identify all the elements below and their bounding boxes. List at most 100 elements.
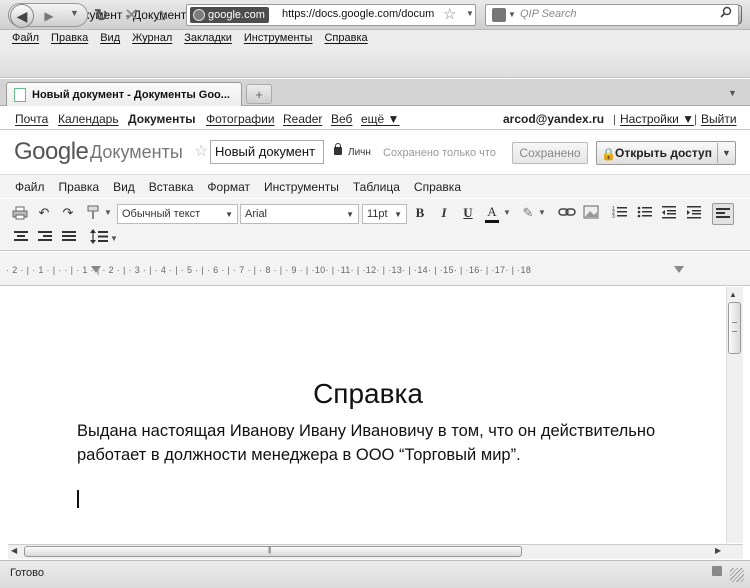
menu-bookmarks[interactable]: Закладки: [178, 30, 238, 48]
logout-link[interactable]: Выйти: [701, 112, 737, 126]
divider: [717, 143, 718, 163]
star-icon[interactable]: ☆: [194, 141, 208, 161]
docs-menu-tools[interactable]: Инструменты: [257, 175, 346, 198]
font-select[interactable]: Arial ▼: [240, 204, 359, 224]
redo-icon[interactable]: ↷: [58, 203, 78, 223]
docs-menu-edit[interactable]: Правка: [52, 175, 107, 198]
docs-menu-file[interactable]: Файл: [8, 175, 52, 198]
grip-icon: [732, 322, 737, 332]
highlight-icon[interactable]: ✎: [518, 203, 538, 223]
magnifier-icon[interactable]: [720, 6, 732, 18]
back-arrow-icon[interactable]: ◀: [10, 4, 34, 28]
google-logo[interactable]: Google: [14, 138, 89, 166]
url-text[interactable]: https://docs.google.com/docum: [282, 8, 440, 20]
underline-button[interactable]: U: [458, 203, 478, 223]
docs-logo-text[interactable]: Документы: [90, 142, 183, 163]
google-link-calendar[interactable]: Календарь: [58, 112, 119, 126]
tab-label[interactable]: Новый документ - Документы Goo...: [32, 89, 230, 101]
scroll-right-icon[interactable]: ▶: [715, 546, 721, 555]
print-icon[interactable]: [12, 206, 28, 220]
paint-format-icon[interactable]: [86, 205, 102, 220]
tab-list-icon[interactable]: ▼: [728, 88, 737, 98]
docs-menu-insert[interactable]: Вставка: [142, 175, 201, 198]
text-color-swatch: [485, 220, 499, 223]
separator: |: [694, 112, 698, 126]
security-lock-icon[interactable]: [712, 566, 722, 576]
menu-file[interactable]: Файл: [0, 30, 45, 48]
undo-icon[interactable]: ↶: [34, 203, 54, 223]
privacy-label[interactable]: Личн: [348, 147, 371, 158]
chevron-down-icon: ▼: [225, 210, 233, 219]
google-link-more[interactable]: ещё ▼: [361, 112, 399, 126]
docs-menu-format[interactable]: Формат: [200, 175, 257, 198]
google-link-docs[interactable]: Документы: [128, 112, 195, 126]
italic-button[interactable]: I: [434, 203, 454, 223]
line-spacing-icon[interactable]: [90, 229, 108, 244]
left-indent-marker[interactable]: [91, 266, 101, 273]
url-dropdown-icon[interactable]: ▼: [466, 9, 474, 18]
chevron-down-icon[interactable]: ▼: [503, 208, 511, 217]
menu-edit[interactable]: Правка: [45, 30, 94, 48]
document-title-field[interactable]: Новый документ: [210, 140, 324, 164]
resize-grip-icon[interactable]: [730, 568, 744, 582]
increase-indent-icon[interactable]: [686, 205, 702, 219]
status-bar: [0, 560, 750, 588]
menu-history[interactable]: Журнал: [126, 30, 178, 48]
google-link-reader[interactable]: Reader: [283, 112, 322, 126]
navigation-toolbar: [0, 48, 750, 78]
chevron-down-icon[interactable]: ▼: [722, 148, 731, 158]
font-size-select[interactable]: 11pt ▼: [362, 204, 407, 224]
docs-menu-view[interactable]: Вид: [106, 175, 142, 198]
numbered-list-icon[interactable]: 123: [612, 205, 628, 219]
align-right-icon[interactable]: [38, 230, 52, 243]
menu-tools[interactable]: Инструменты: [238, 30, 319, 48]
document-paragraph[interactable]: Выдана настоящая Иванову Ивану Ивановичу…: [77, 419, 667, 467]
reload-icon[interactable]: ↻: [94, 6, 108, 26]
home-icon[interactable]: ⌂: [156, 5, 166, 25]
align-left-icon: [716, 208, 730, 218]
document-heading[interactable]: Справка: [0, 378, 736, 410]
search-engine-dropdown-icon[interactable]: ▼: [508, 10, 516, 19]
separator: |: [613, 112, 617, 126]
bold-button[interactable]: B: [410, 203, 430, 223]
google-link-photos[interactable]: Фотографии: [206, 112, 275, 126]
align-center-icon[interactable]: [14, 230, 28, 243]
search-placeholder[interactable]: QIP Search: [520, 8, 576, 20]
align-justify-icon[interactable]: [62, 230, 76, 243]
text-color-button[interactable]: A: [482, 202, 502, 222]
saved-button[interactable]: Сохранено: [512, 142, 588, 164]
google-link-web[interactable]: Веб: [331, 112, 352, 126]
docs-menu-help[interactable]: Справка: [407, 175, 468, 198]
docs-menu-table[interactable]: Таблица: [346, 175, 407, 198]
scroll-left-icon[interactable]: ◀: [11, 546, 17, 555]
grip-icon: |||: [268, 547, 272, 554]
stop-icon[interactable]: ✕: [124, 5, 139, 26]
star-icon[interactable]: ☆: [443, 5, 456, 23]
account-email: arcod@yandex.ru: [503, 112, 605, 126]
history-dropdown-icon[interactable]: ▼: [70, 8, 79, 18]
link-icon[interactable]: [558, 207, 576, 217]
bulleted-list-icon[interactable]: [637, 205, 653, 219]
forward-arrow-icon[interactable]: ▶: [40, 6, 58, 26]
menu-view[interactable]: Вид: [94, 30, 126, 48]
lock-icon: [334, 147, 342, 155]
chevron-down-icon[interactable]: ▼: [104, 208, 112, 217]
menu-help[interactable]: Справка: [318, 30, 373, 48]
font-size-value: 11pt: [367, 208, 388, 220]
chevron-down-icon[interactable]: ▼: [538, 208, 546, 217]
image-icon[interactable]: [583, 205, 599, 219]
search-engine-icon[interactable]: [492, 8, 506, 22]
right-indent-marker[interactable]: [674, 266, 684, 273]
decrease-indent-icon[interactable]: [661, 205, 677, 219]
share-button-label[interactable]: Открыть доступ: [615, 146, 712, 160]
new-tab-button[interactable]: +: [246, 84, 272, 104]
status-text: Готово: [10, 567, 44, 579]
horizontal-scroll-thumb[interactable]: [24, 546, 522, 557]
google-link-mail[interactable]: Почта: [15, 112, 48, 126]
docs-menubar: Файл Правка Вид Вставка Формат Инструмен…: [0, 174, 750, 198]
paragraph-style-select[interactable]: Обычный текст ▼: [117, 204, 238, 224]
settings-link[interactable]: Настройки ▼: [620, 112, 694, 126]
chevron-down-icon[interactable]: ▼: [110, 234, 118, 243]
scroll-up-icon[interactable]: ▲: [729, 290, 737, 299]
document-canvas[interactable]: [0, 287, 726, 543]
